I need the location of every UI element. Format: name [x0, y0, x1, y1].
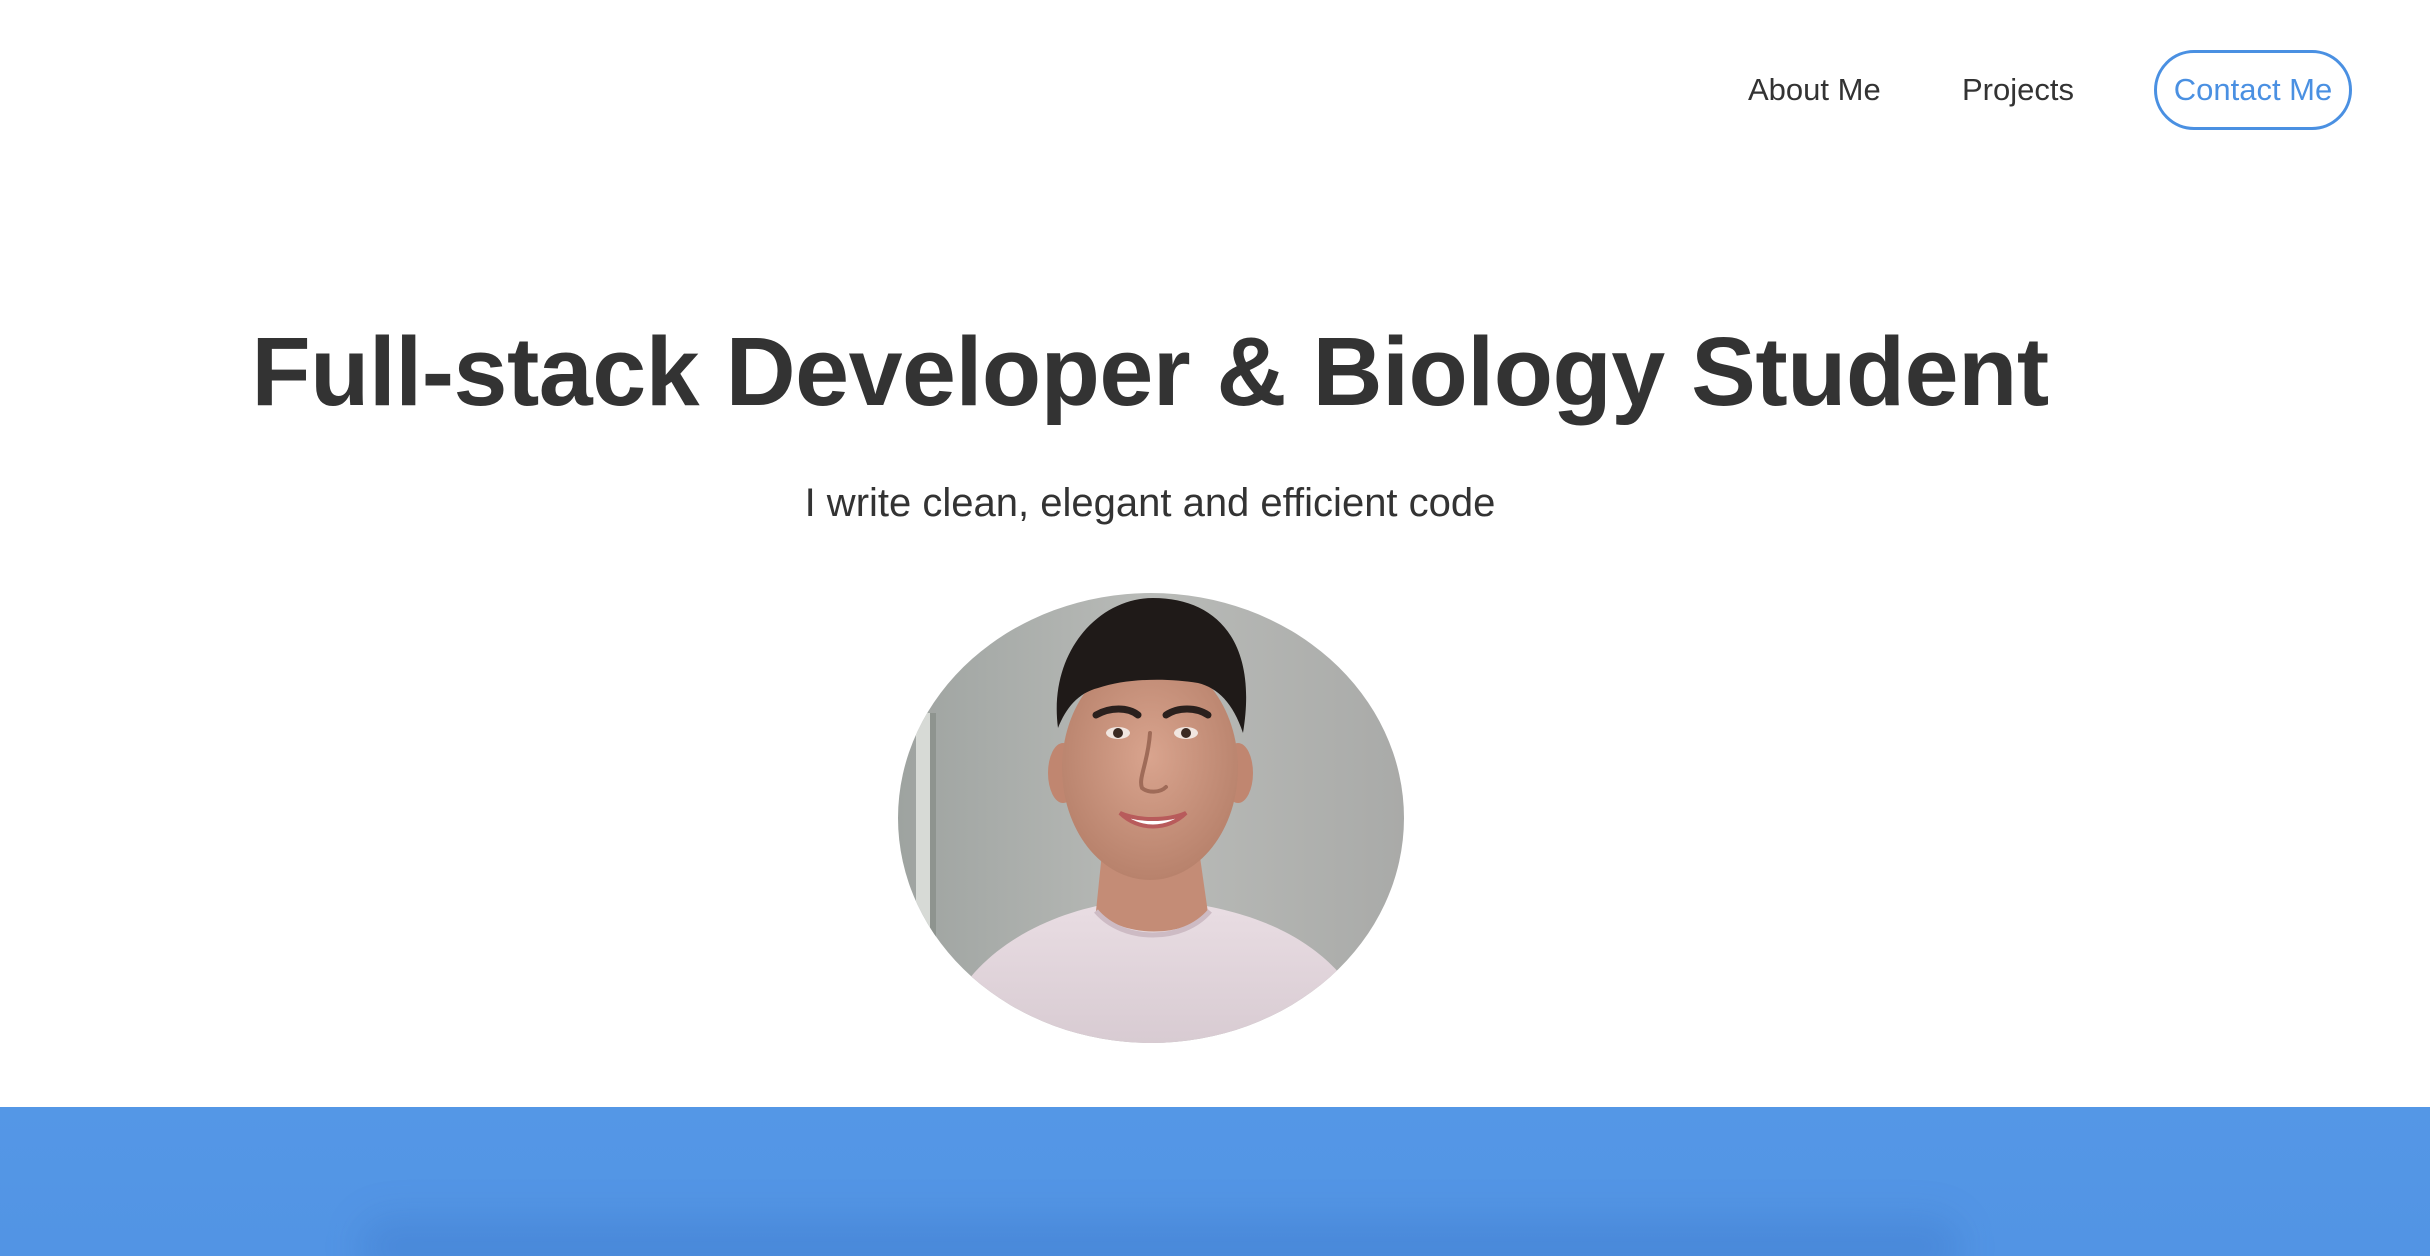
hero-title: Full-stack Developer & Biology Student — [251, 317, 2049, 426]
nav-link-about-me[interactable]: About Me — [1748, 70, 1881, 110]
contact-me-button[interactable]: Contact Me — [2154, 50, 2352, 130]
hero-subtitle: I write clean, elegant and efficient cod… — [804, 481, 1496, 525]
profile-photo — [898, 593, 1404, 1043]
top-navigation: About Me Projects Contact Me — [0, 0, 2430, 180]
blue-section-band — [0, 1107, 2430, 1256]
nav-link-projects[interactable]: Projects — [1962, 70, 2074, 110]
card-shadow — [360, 1217, 1960, 1256]
page: About Me Projects Contact Me Full-stack … — [0, 0, 2430, 1256]
